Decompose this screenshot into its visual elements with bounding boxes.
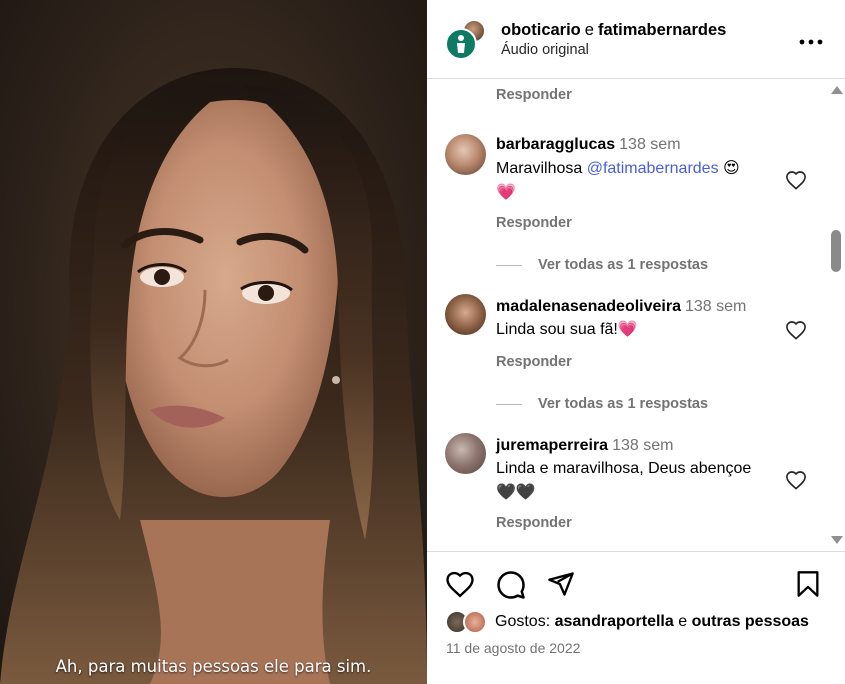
comment-header: juremaperreira 138 sem bbox=[496, 437, 673, 455]
comment-header: madalenasenadeoliveira 138 sem bbox=[496, 298, 746, 316]
comment-username[interactable]: juremaperreira bbox=[496, 437, 608, 454]
view-replies-label: Ver todas as 1 respostas bbox=[538, 257, 709, 273]
heart-outline-icon bbox=[786, 321, 806, 340]
comments-list[interactable]: Responder barbaragglucas 138 sem Maravilh… bbox=[427, 80, 845, 550]
comment-username[interactable]: madalenasenadeoliveira bbox=[496, 298, 681, 315]
save-button[interactable] bbox=[795, 570, 825, 600]
view-replies-label: Ver todas as 1 respostas bbox=[538, 396, 709, 412]
author-link-oboticario[interactable]: oboticario bbox=[501, 21, 581, 39]
avatar-oboticario[interactable] bbox=[445, 28, 477, 60]
post-authors: oboticario e fatimabernardes bbox=[501, 21, 726, 40]
more-horizontal-icon bbox=[799, 39, 823, 45]
reply-button[interactable]: Responder bbox=[496, 87, 572, 103]
other-likers-link[interactable]: outras pessoas bbox=[692, 613, 809, 630]
avatar[interactable] bbox=[445, 433, 486, 474]
comment-time[interactable]: 138 sem bbox=[612, 437, 673, 454]
reply-button[interactable]: Responder bbox=[496, 215, 572, 231]
avatar[interactable] bbox=[463, 610, 487, 634]
replies-divider bbox=[496, 403, 522, 405]
liker-username[interactable]: asandraportella bbox=[555, 613, 674, 630]
comment-text: Linda e maravilhosa, Deus abençoe 🖤🖤 bbox=[496, 457, 776, 505]
view-replies-button[interactable]: Ver todas as 1 respostas bbox=[496, 257, 708, 273]
boticario-logo-icon bbox=[457, 35, 465, 53]
comment-text: Linda sou sua fã!💗 bbox=[496, 318, 776, 342]
comment-button[interactable] bbox=[496, 570, 526, 600]
comment-body: Linda sou sua fã! bbox=[496, 321, 618, 338]
heart-outline-icon bbox=[786, 171, 806, 190]
video-caption: Ah, para muitas pessoas ele para sim. bbox=[55, 657, 372, 676]
post-header: oboticario e fatimabernardes Áudio origina… bbox=[427, 0, 845, 79]
view-replies-button[interactable]: Ver todas as 1 respostas bbox=[496, 396, 708, 412]
comment-icon bbox=[497, 571, 525, 599]
comment-time[interactable]: 138 sem bbox=[685, 298, 746, 315]
bookmark-icon bbox=[797, 571, 819, 597]
reply-button[interactable]: Responder bbox=[496, 354, 572, 370]
comment-username[interactable]: barbaragglucas bbox=[496, 136, 615, 153]
share-icon bbox=[548, 572, 574, 596]
heart-outline-icon bbox=[786, 471, 806, 490]
emoji: 😍 bbox=[723, 160, 740, 177]
replies-divider bbox=[496, 264, 522, 266]
comment-body: Linda e maravilhosa, Deus abençoe bbox=[496, 460, 752, 477]
author-avatars[interactable] bbox=[445, 19, 487, 61]
emoji: 💗 bbox=[496, 184, 516, 201]
scroll-up-arrow-icon[interactable] bbox=[831, 86, 843, 94]
mention-link[interactable]: @fatimabernardes bbox=[587, 160, 719, 177]
avatar[interactable] bbox=[445, 134, 486, 175]
emoji: 💗 bbox=[617, 321, 638, 338]
comment-time[interactable]: 138 sem bbox=[619, 136, 680, 153]
post-panel: oboticario e fatimabernardes Áudio origina… bbox=[427, 0, 845, 684]
reply-button[interactable]: Responder bbox=[496, 515, 572, 531]
likes-prefix: Gostos: bbox=[495, 613, 551, 630]
post-actions: Gostos: asandraportella e outras pessoas… bbox=[427, 551, 845, 684]
more-options-button[interactable] bbox=[799, 28, 823, 48]
share-button[interactable] bbox=[546, 570, 576, 600]
comments-scrollbar[interactable] bbox=[827, 80, 845, 550]
scroll-down-arrow-icon[interactable] bbox=[831, 536, 843, 544]
comment-text: Maravilhosa @fatimabernardes 😍 💗 bbox=[496, 157, 776, 205]
likers-avatars[interactable] bbox=[445, 610, 489, 636]
avatar[interactable] bbox=[445, 294, 486, 335]
like-button[interactable] bbox=[445, 570, 475, 600]
scrollbar-thumb[interactable] bbox=[831, 230, 841, 272]
post-date[interactable]: 11 de agosto de 2022 bbox=[446, 640, 580, 656]
author-link-fatimabernardes[interactable]: fatimabernardes bbox=[598, 21, 726, 39]
video-player[interactable]: Ah, para muitas pessoas ele para sim. bbox=[0, 0, 427, 684]
likes-conjunction: e bbox=[678, 613, 688, 630]
like-comment-button[interactable] bbox=[785, 470, 807, 490]
like-comment-button[interactable] bbox=[785, 320, 807, 340]
heart-icon bbox=[446, 571, 474, 598]
authors-separator: e bbox=[584, 21, 594, 39]
like-comment-button[interactable] bbox=[785, 170, 807, 190]
video-frame bbox=[0, 67, 427, 684]
comment-body: Maravilhosa bbox=[496, 160, 583, 177]
likes-summary: Gostos: asandraportella e outras pessoas bbox=[495, 613, 809, 631]
audio-link[interactable]: Áudio original bbox=[501, 42, 589, 58]
comment-header: barbaragglucas 138 sem bbox=[496, 136, 681, 154]
emoji: 🖤🖤 bbox=[496, 484, 536, 501]
